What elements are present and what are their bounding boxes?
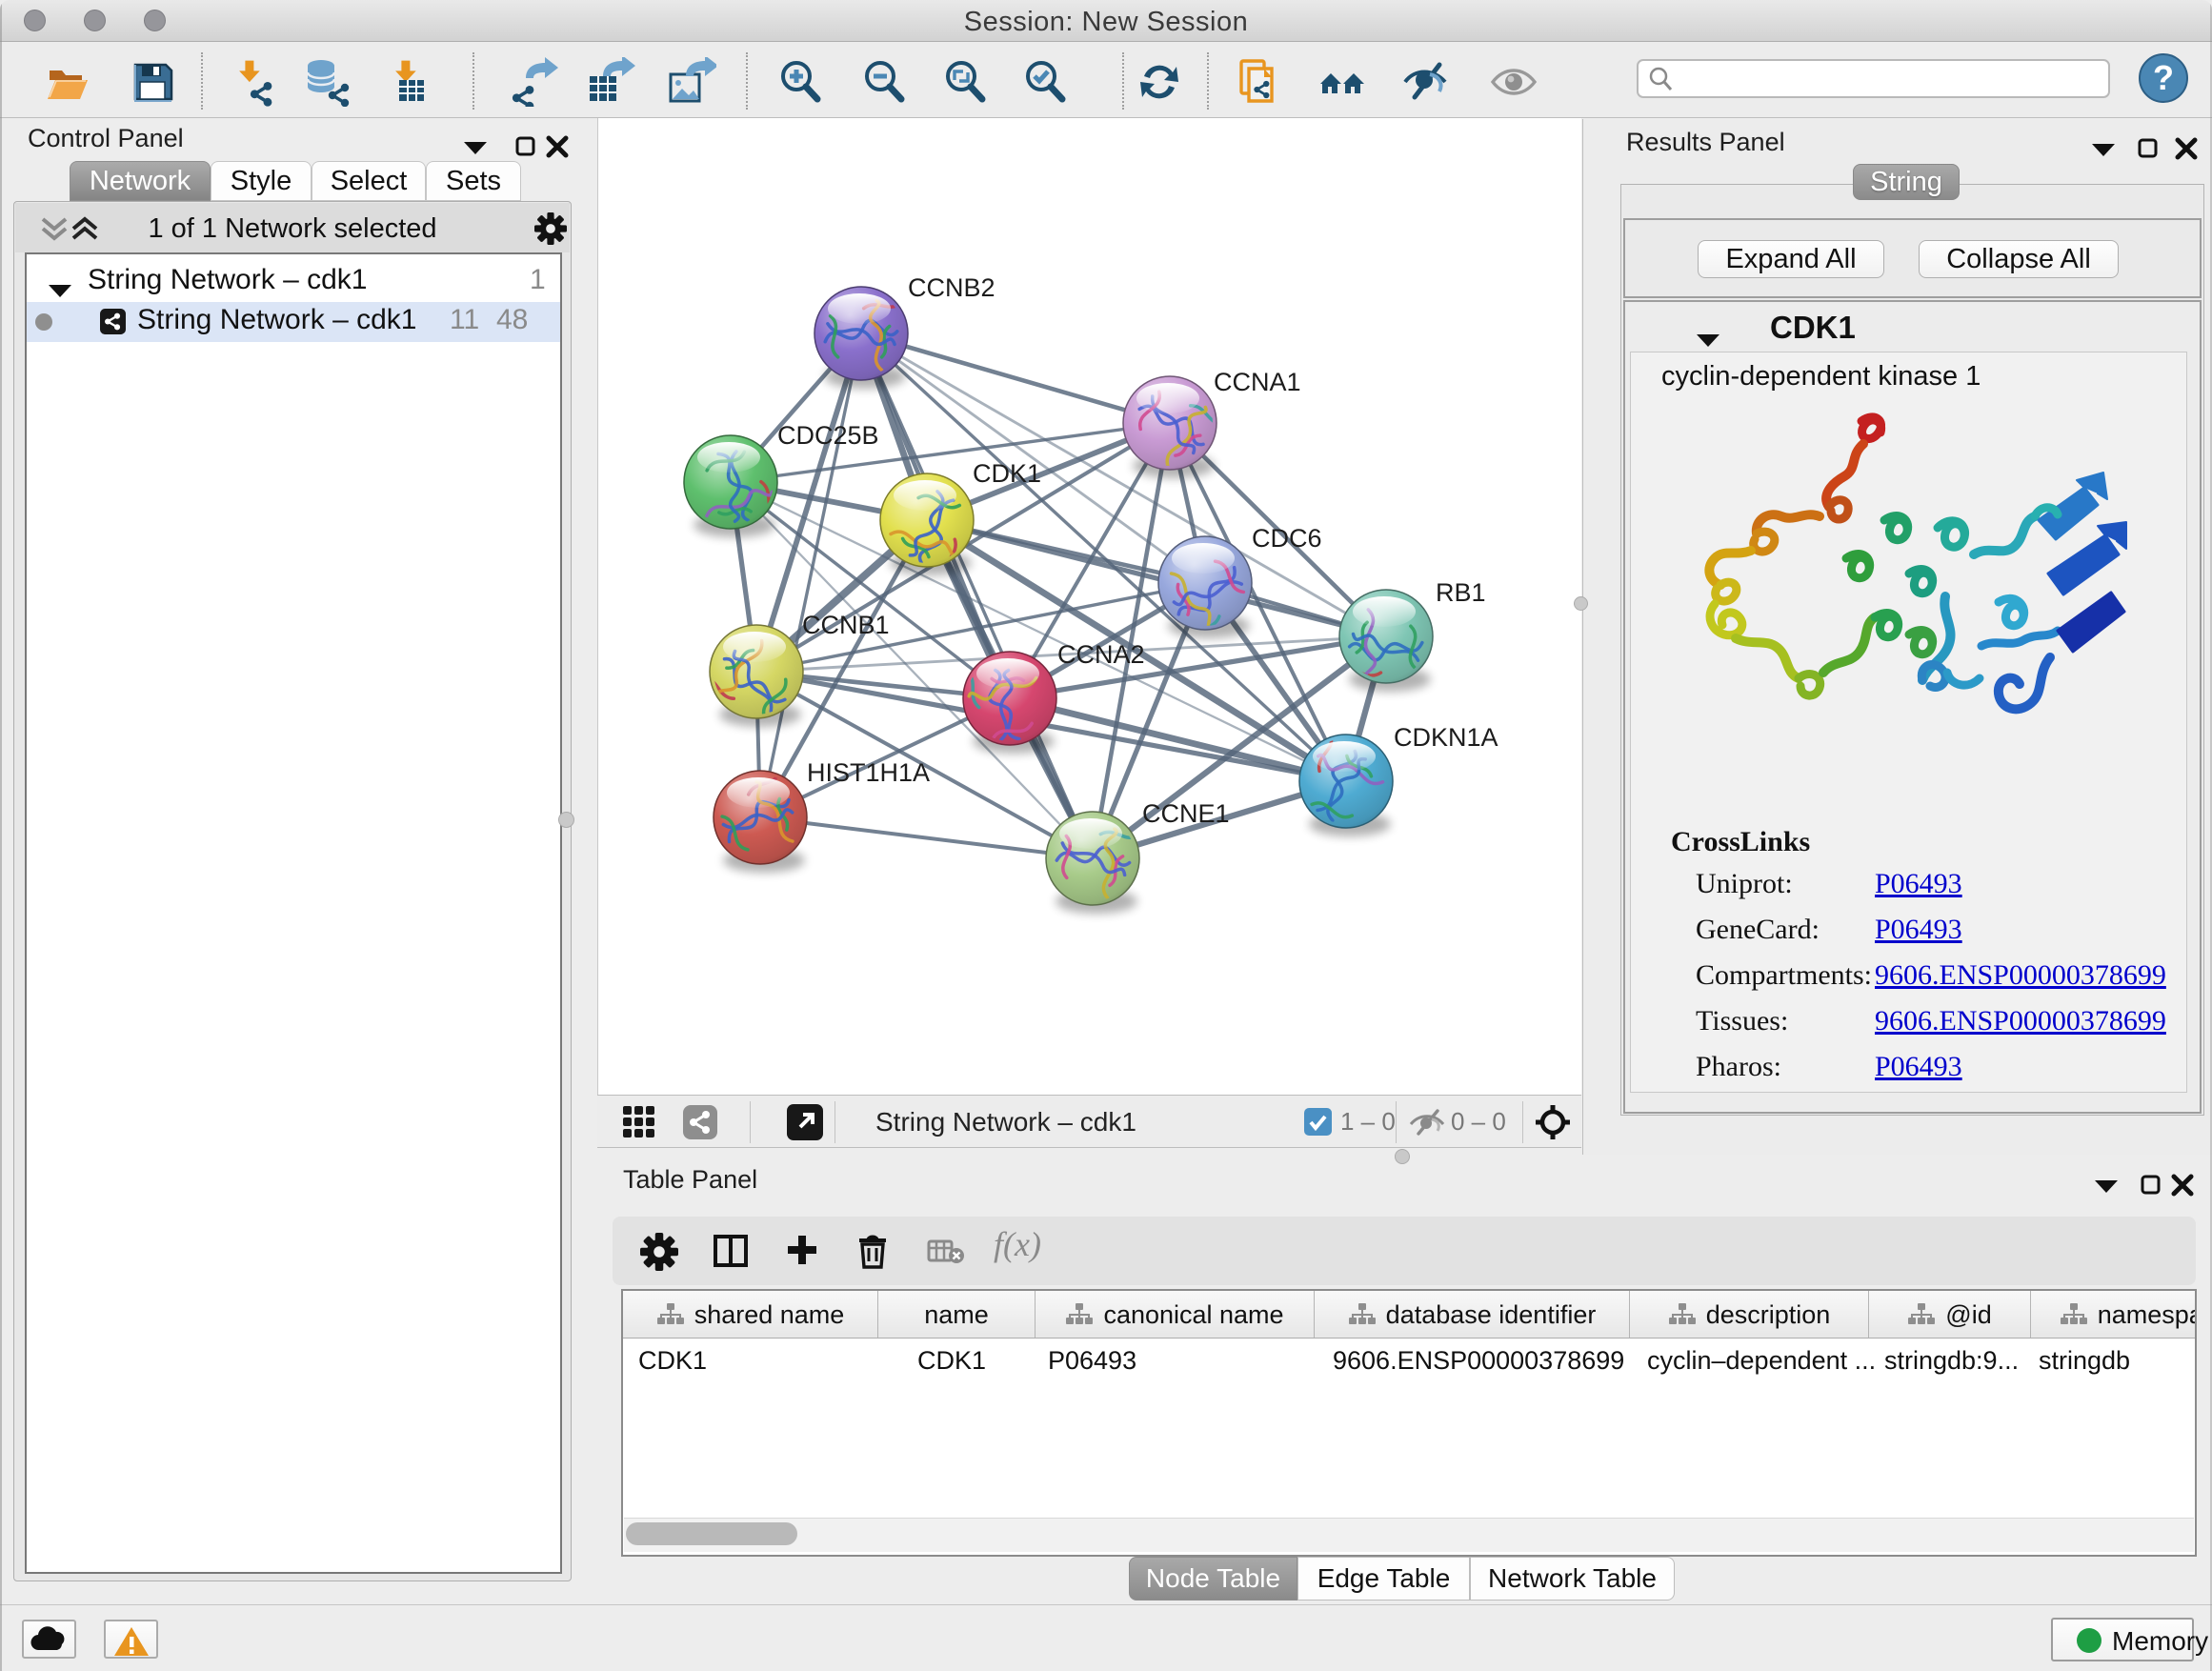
svg-text:HIST1H1A: HIST1H1A [807,758,930,787]
svg-text:CDC6: CDC6 [1252,524,1322,553]
svg-text:CCNB1: CCNB1 [802,611,890,639]
svg-text:RB1: RB1 [1436,578,1486,607]
svg-text:CDKN1A: CDKN1A [1394,723,1498,752]
svg-text:CCNA2: CCNA2 [1057,640,1145,669]
svg-text:?: ? [2153,58,2174,97]
svg-text:CCNA1: CCNA1 [1214,368,1301,396]
svg-text:CDC25B: CDC25B [777,421,879,450]
svg-text:CCNE1: CCNE1 [1142,799,1230,828]
svg-text:CDK1: CDK1 [973,459,1041,488]
svg-text:CCNB2: CCNB2 [908,273,995,302]
